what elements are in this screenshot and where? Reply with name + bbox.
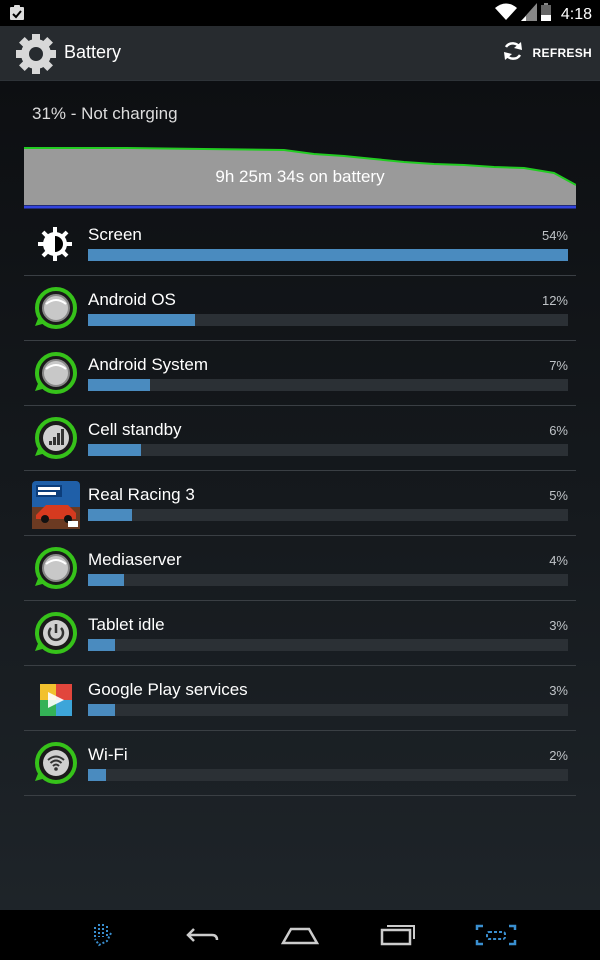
play-services-icon [32,676,78,722]
usage-percent: 2% [549,748,568,763]
usage-row[interactable]: Real Racing 3 5% [24,471,576,536]
usage-label: Tablet idle [88,615,165,634]
usage-percent: 6% [549,423,568,438]
usage-label: Cell standby [88,420,182,439]
battery-history-graph[interactable]: 9h 25m 34s on battery [24,145,577,211]
usage-bar-fill [88,704,115,716]
screenshot-icon[interactable] [474,918,518,952]
status-bar: 4:18 [0,0,600,26]
usage-bar-fill [88,314,195,326]
battery-duration-label: 9h 25m 34s on battery [215,167,385,186]
usage-label: Android OS [88,290,176,309]
usage-percent: 4% [549,553,568,568]
wifi-icon [32,741,78,787]
usage-bar-track [88,509,568,521]
usage-bar-fill [88,639,115,651]
usage-bar-track [88,769,568,781]
usage-bar-fill [88,509,133,521]
task-notification-icon [8,4,26,27]
usage-percent: 5% [549,488,568,503]
android-os-icon [32,286,78,332]
usage-bar-track [88,314,568,326]
usage-bar-fill [88,574,124,586]
usage-percent: 54% [541,228,568,243]
usage-label: Real Racing 3 [88,485,195,504]
wifi-status-icon [494,3,517,26]
usage-percent: 12% [541,293,568,308]
power-icon [32,611,78,657]
usage-label: Google Play services [88,680,248,699]
usage-label: Android System [88,355,208,374]
usage-label: Wi-Fi [88,745,128,764]
usage-bar-track [88,639,568,651]
charge-status: 31% - Not charging [32,104,178,123]
usage-bar-fill [88,249,568,261]
android-system-icon [32,351,78,397]
settings-gear-icon[interactable] [14,32,58,81]
usage-row[interactable]: Wi-Fi 2% [24,731,576,796]
real-racing-icon [32,481,80,529]
usage-bar-fill [88,379,151,391]
mediaserver-icon [32,546,78,592]
usage-row[interactable]: Android OS 12% [24,276,576,341]
usage-row[interactable]: Tablet idle 3% [24,601,576,666]
usage-row[interactable]: Screen 54% [24,211,576,276]
brightness-icon [32,221,78,267]
usage-list: Screen 54% Android OS 12% Android System 7% Ce… [24,211,576,796]
usage-label: Mediaserver [88,550,182,569]
usage-bar-track [88,444,568,456]
status-time: 4:18 [560,5,592,23]
usage-bar-fill [88,444,142,456]
usage-label: Screen [88,225,142,244]
usage-row[interactable]: Google Play services 3% [24,666,576,731]
usage-percent: 7% [549,358,568,373]
usage-bar-fill [88,769,106,781]
usage-percent: 3% [549,683,568,698]
navigation-bar [0,910,600,960]
usage-bar-track [88,704,568,716]
action-bar: Battery REFRESH [0,26,600,81]
refresh-icon [501,39,525,68]
usage-bar-track [88,379,568,391]
usage-row[interactable]: Mediaserver 4% [24,536,576,601]
refresh-button[interactable]: REFRESH [501,36,592,70]
home-icon[interactable] [278,918,322,952]
signal-status-icon [520,3,537,26]
battery-status-icon [540,3,551,26]
usage-bar-track [88,249,568,261]
page-title: Battery [64,42,122,62]
usage-bar-track [88,574,568,586]
gesture-icon[interactable] [82,918,126,952]
usage-percent: 3% [549,618,568,633]
refresh-label: REFRESH [532,46,592,60]
cell-signal-icon [32,416,78,462]
back-icon[interactable] [180,918,224,952]
usage-row[interactable]: Cell standby 6% [24,406,576,471]
usage-row[interactable]: Android System 7% [24,341,576,406]
recents-icon[interactable] [376,918,420,952]
